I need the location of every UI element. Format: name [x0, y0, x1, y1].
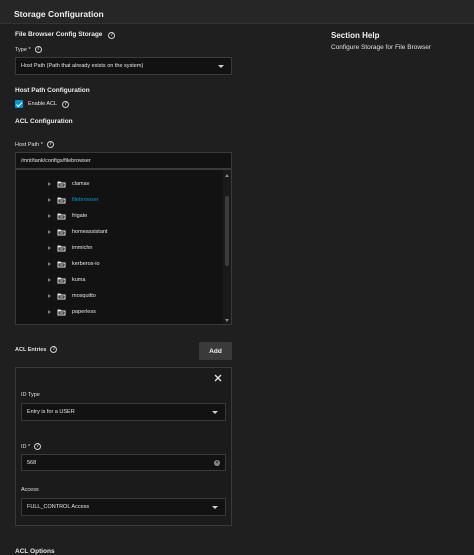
section-header: Storage Configuration — [0, 0, 474, 24]
expand-arrow-icon[interactable] — [48, 182, 51, 186]
access-select[interactable]: FULL_CONTROL Access — [21, 498, 226, 516]
host-path-input[interactable]: /mnt/tank/configs/filebrowser — [15, 152, 232, 169]
id-value: 568 — [27, 459, 37, 466]
help-icon[interactable]: ? — [108, 32, 116, 39]
acl-entries-title: ACL Entries — [15, 346, 47, 353]
id-type-label: ID Type — [21, 392, 40, 398]
tree-item[interactable]: immichn — [48, 242, 92, 254]
chevron-down-icon — [212, 411, 218, 414]
tree-item-label: mosquitto — [72, 293, 96, 299]
chevron-down-icon — [212, 506, 218, 509]
id-type-value: Entry is for a USER — [27, 409, 75, 415]
add-acl-entry-button[interactable]: Add — [199, 342, 232, 360]
tree-item[interactable]: homeassistant — [48, 226, 107, 238]
expand-arrow-icon[interactable] — [48, 294, 51, 298]
expand-arrow-icon[interactable] — [48, 278, 51, 282]
tree-item[interactable]: frigate — [48, 210, 87, 222]
expand-arrow-icon[interactable] — [48, 310, 51, 314]
enable-acl-label: Enable ACL — [28, 101, 58, 107]
tree-item-label: frigate — [72, 213, 88, 219]
expand-arrow-icon[interactable] — [48, 230, 51, 234]
folder-icon — [57, 228, 66, 236]
folder-icon — [57, 276, 66, 284]
tree-item-label: kerberos-io — [72, 261, 100, 267]
tree-item[interactable]: kuma — [48, 274, 85, 286]
close-icon[interactable] — [213, 373, 223, 383]
folder-icon — [57, 292, 66, 300]
tree-item-label: paperless — [72, 309, 96, 315]
id-label: ID * ? — [21, 443, 42, 450]
id-label-text: ID — [21, 443, 27, 450]
tree-item-label: immichn — [72, 245, 93, 251]
acl-options-title: ACL Options — [15, 548, 55, 555]
help-icon[interactable]: ? — [34, 443, 42, 450]
tree-item[interactable]: mosquitto — [48, 290, 96, 302]
tree-item[interactable]: kerberos-io — [48, 258, 100, 270]
type-select[interactable]: Host Path (Path that already exists on t… — [15, 57, 232, 75]
tree-item[interactable]: paperless — [48, 306, 96, 318]
help-icon[interactable]: ? — [34, 46, 42, 53]
section-help-title: Section Help — [331, 31, 380, 40]
section-help-text: Configure Storage for File Browser — [331, 44, 432, 51]
directory-tree[interactable]: clamav filebrowser frigate homeassistant imm… — [15, 169, 232, 325]
required-mark: * — [28, 46, 31, 53]
required-mark: * — [40, 141, 43, 148]
scroll-down-icon[interactable] — [225, 319, 229, 322]
folder-icon — [57, 180, 66, 188]
enable-acl-row: Enable ACL ? — [15, 100, 70, 108]
host-path-label: Host Path * ? — [15, 141, 54, 148]
enable-acl-checkbox[interactable] — [15, 100, 23, 108]
scroll-thumb[interactable] — [225, 196, 229, 266]
access-label: Access — [21, 487, 39, 493]
id-type-select[interactable]: Entry is for a USER — [21, 403, 226, 421]
folder-icon — [57, 244, 66, 252]
access-value: FULL_CONTROL Access — [27, 504, 90, 510]
help-icon[interactable]: ? — [62, 100, 70, 108]
host-path-label-text: Host Path — [15, 141, 40, 148]
required-mark: * — [28, 443, 31, 450]
help-icon[interactable]: ? — [46, 141, 54, 148]
expand-arrow-icon[interactable] — [48, 198, 51, 202]
expand-arrow-icon[interactable] — [48, 262, 51, 266]
folder-icon — [57, 308, 66, 316]
host-path-value: /mnt/tank/configs/filebrowser — [21, 157, 91, 164]
config-storage-title: File Browser Config Storage ? — [15, 31, 116, 39]
page-title: Storage Configuration — [14, 9, 104, 19]
tree-item-label: kuma — [72, 277, 86, 283]
expand-arrow-icon[interactable] — [48, 246, 51, 250]
tree-scrollbar[interactable] — [223, 170, 231, 324]
folder-icon — [57, 196, 66, 204]
clear-icon[interactable]: × — [214, 460, 220, 466]
expand-arrow-icon[interactable] — [48, 214, 51, 218]
scroll-up-icon[interactable] — [225, 174, 229, 177]
tree-item-label: clamav — [72, 181, 90, 187]
folder-icon — [57, 212, 66, 220]
chevron-down-icon — [218, 65, 224, 68]
host-path-config-title: Host Path Configuration — [15, 87, 90, 94]
tree-item[interactable]: clamav — [48, 178, 89, 190]
acl-config-title: ACL Configuration — [15, 118, 73, 125]
type-label-text: Type — [15, 46, 27, 53]
id-input[interactable]: 568 × — [21, 454, 226, 471]
acl-entries-label: ACL Entries ? — [15, 346, 58, 353]
type-label: Type * ? — [15, 46, 42, 53]
config-storage-title-text: File Browser Config Storage — [15, 31, 103, 38]
help-icon[interactable]: ? — [50, 346, 58, 353]
type-select-value: Host Path (Path that already exists on t… — [21, 63, 144, 69]
tree-item-label: filebrowser — [72, 197, 99, 203]
tree-item[interactable]: filebrowser — [48, 194, 99, 206]
tree-item-label: homeassistant — [72, 229, 108, 235]
folder-icon — [57, 260, 66, 268]
